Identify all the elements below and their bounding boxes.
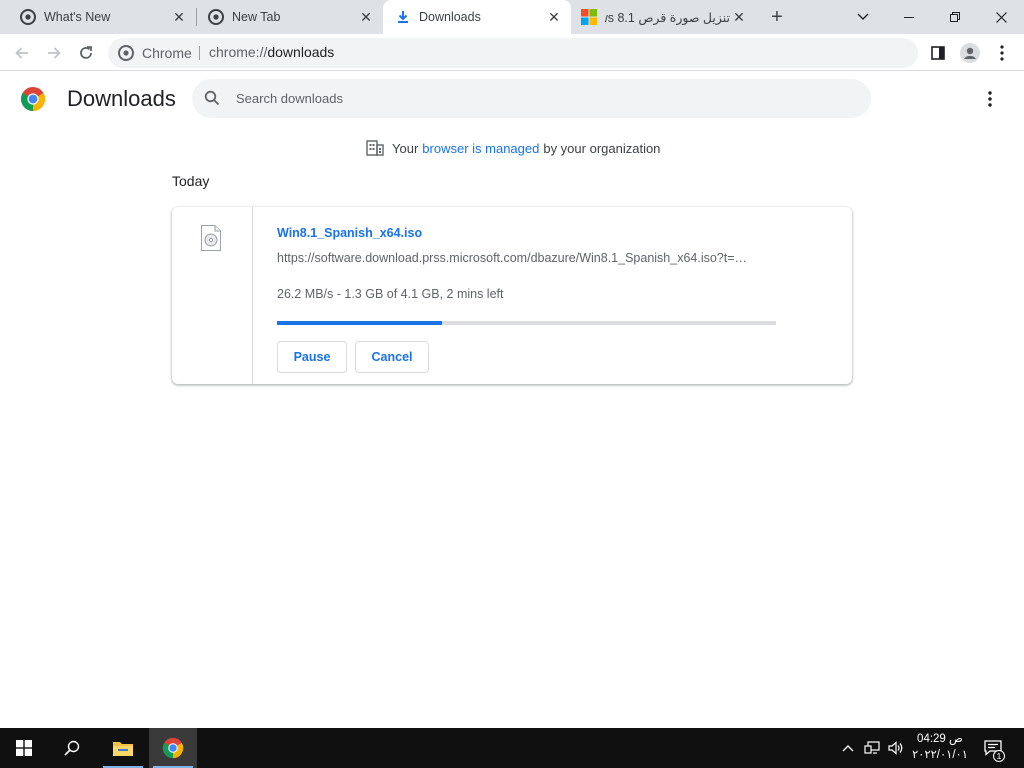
date-header: Today <box>172 173 210 189</box>
tab-new-tab[interactable]: New Tab ✕ <box>188 0 383 34</box>
pause-button[interactable]: Pause <box>277 341 347 373</box>
download-filename-link[interactable]: Win8.1_Spanish_x64.iso <box>277 226 422 240</box>
tab-windows-download[interactable]: تنزيل صورة قرص Windows 8.1 ✕ <box>571 0 756 34</box>
close-icon[interactable]: ✕ <box>545 8 563 26</box>
url-text[interactable]: chrome://downloads <box>209 44 334 60</box>
managed-suffix: by your organization <box>543 140 661 156</box>
windows-start-icon[interactable] <box>0 728 48 768</box>
tab-title: تنزيل صورة قرص Windows 8.1 <box>605 10 730 25</box>
notification-count-badge: 1 <box>993 750 1005 762</box>
managed-notice: Your browser is managed by your organiza… <box>366 140 660 156</box>
reload-icon[interactable] <box>72 39 100 67</box>
forward-arrow-icon[interactable] <box>40 39 68 67</box>
taskbar-search-icon[interactable] <box>48 728 96 768</box>
file-explorer-icon[interactable] <box>99 728 147 768</box>
tab-whats-new[interactable]: What's New ✕ <box>0 0 196 34</box>
close-window-icon[interactable] <box>978 0 1024 34</box>
download-icon <box>395 9 411 25</box>
chrome-icon <box>118 45 134 61</box>
minimize-icon[interactable] <box>886 0 932 34</box>
back-arrow-icon[interactable] <box>8 39 36 67</box>
network-icon[interactable] <box>862 728 882 768</box>
chrome-icon <box>208 9 224 25</box>
page-title: Downloads <box>67 86 176 111</box>
tab-downloads[interactable]: Downloads ✕ <box>383 0 571 34</box>
cancel-button[interactable]: Cancel <box>355 341 429 373</box>
search-box[interactable] <box>192 79 871 118</box>
close-icon[interactable]: ✕ <box>357 8 375 26</box>
clock-time: 04:29 ص <box>917 733 963 745</box>
search-input[interactable] <box>236 88 836 108</box>
site-chip[interactable]: Chrome <box>118 45 192 61</box>
notification-center-icon[interactable]: 1 <box>980 728 1006 768</box>
show-hidden-icons-chevron-icon[interactable] <box>838 728 858 768</box>
search-icon <box>204 90 220 111</box>
address-bar[interactable]: Chrome chrome://downloads <box>108 38 918 68</box>
managed-prefix: Your <box>392 140 419 156</box>
download-status: 26.2 MB/s - 1.3 GB of 4.1 GB, 2 mins lef… <box>277 287 504 301</box>
side-panel-icon[interactable] <box>924 39 952 67</box>
more-actions-icon[interactable] <box>978 86 1002 112</box>
chrome-taskbar-icon[interactable] <box>149 728 197 768</box>
download-source-url[interactable]: https://software.download.prss.microsoft… <box>277 251 777 265</box>
windows-logo-icon <box>581 9 597 25</box>
file-disc-icon <box>201 225 221 256</box>
site-label: Chrome <box>142 45 192 61</box>
new-tab-button[interactable]: + <box>766 6 788 28</box>
download-item-card: Win8.1_Spanish_x64.iso https://software.… <box>172 207 852 384</box>
tab-search-icon[interactable] <box>840 0 886 34</box>
tab-title: What's New <box>44 10 111 24</box>
tab-title: Downloads <box>419 10 481 24</box>
progress-fill <box>277 321 442 325</box>
browser-menu-icon[interactable] <box>988 39 1016 67</box>
file-icon-column <box>172 207 253 384</box>
download-progress-bar <box>277 321 776 325</box>
restore-icon[interactable] <box>932 0 978 34</box>
profile-avatar-icon[interactable] <box>956 39 984 67</box>
taskbar: 04:29 ص ٢٠٢٢/٠١/٠١ 1 <box>0 728 1024 768</box>
divider <box>199 46 200 60</box>
tab-strip: What's New ✕ New Tab ✕ Downloads ✕ تنزيل… <box>0 0 1024 34</box>
tab-title: New Tab <box>232 10 281 24</box>
url-host: downloads <box>267 44 335 60</box>
close-icon[interactable]: ✕ <box>730 8 748 26</box>
chrome-icon <box>20 9 36 25</box>
clock-date: ٢٠٢٢/٠١/٠١ <box>912 749 968 761</box>
chrome-logo-icon <box>20 86 46 112</box>
building-icon <box>366 140 384 156</box>
system-clock[interactable]: 04:29 ص ٢٠٢٢/٠١/٠١ <box>900 731 980 763</box>
close-icon[interactable]: ✕ <box>170 8 188 26</box>
managed-link[interactable]: browser is managed <box>422 141 539 156</box>
url-scheme: chrome:// <box>209 44 268 60</box>
